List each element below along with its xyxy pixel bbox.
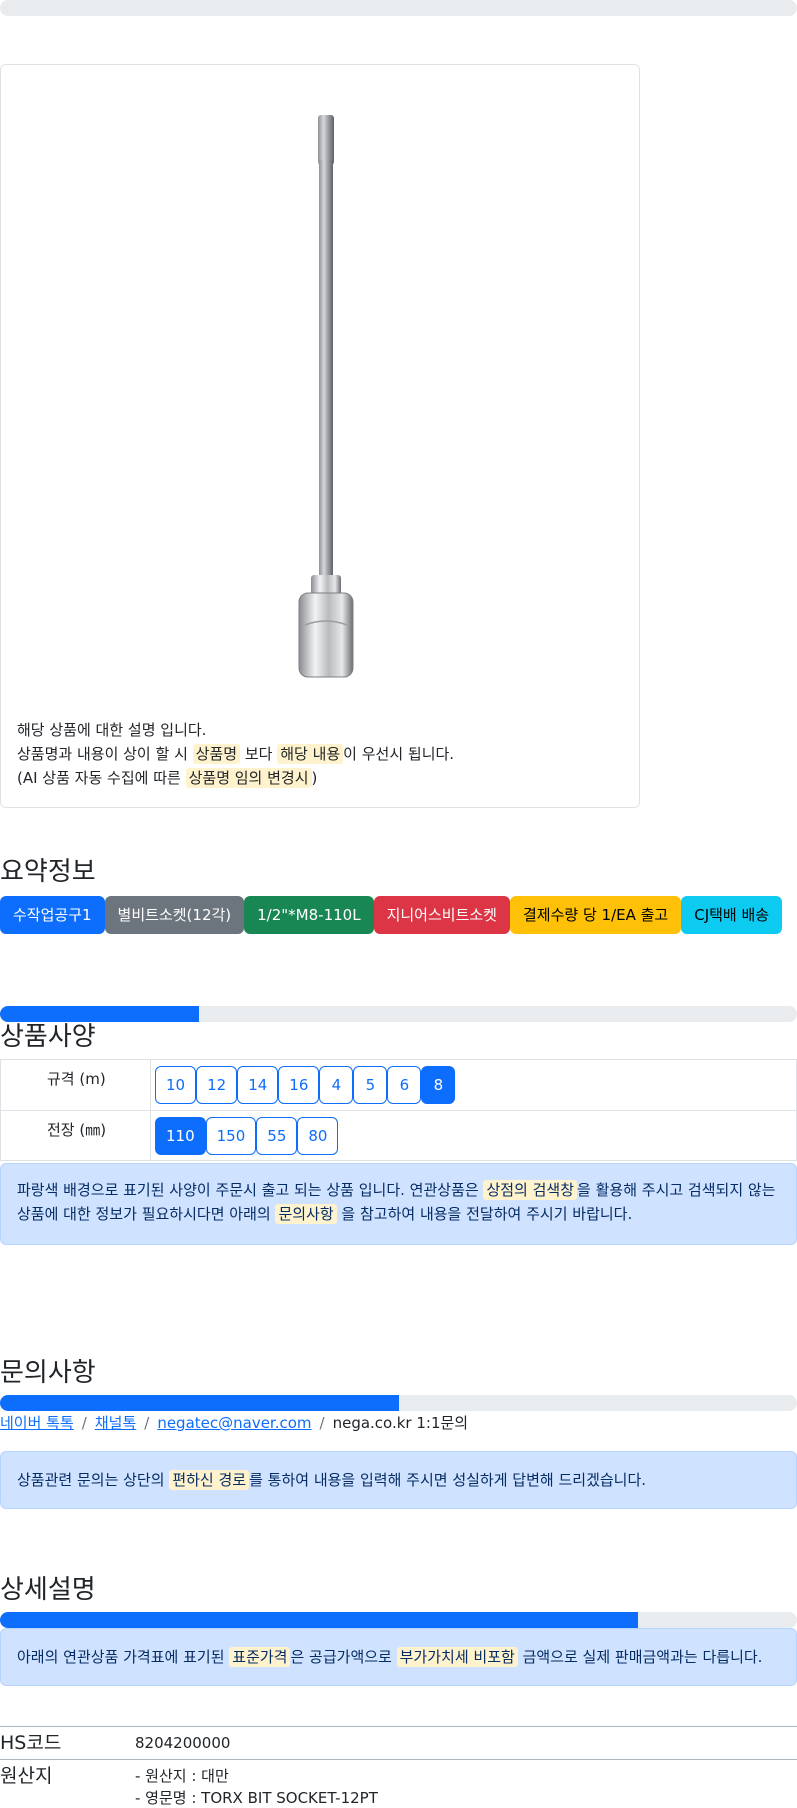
spec-progress-bar xyxy=(0,1006,797,1022)
origin-row: 원산지 - 원산지 : 대만 - 영문명 : TORX BIT SOCKET-1… xyxy=(0,1759,797,1808)
spec-note-text-c: 을 참고하여 내용을 전달하여 주시기 바랍니다. xyxy=(336,1205,633,1223)
separator: / xyxy=(144,1414,150,1432)
highlight-path: 편하신 경로 xyxy=(169,1470,250,1490)
summary-badge: 1/2"*M8-110L xyxy=(244,896,374,934)
detail-title: 상세설명 xyxy=(0,1575,96,1605)
card-line-3: (AI 상품 자동 수집에 따른 상품명 임의 변경시) xyxy=(17,766,454,790)
card-line-3-text-a: (AI 상품 자동 수집에 따른 xyxy=(17,769,186,787)
spec-option-button[interactable]: 150 xyxy=(205,1116,257,1155)
detail-note: 아래의 연관상품 가격표에 표기된 표준가격 은 공급가액으로 부가가치세 비포함… xyxy=(0,1628,797,1686)
hs-code-row: HS코드 8204200000 xyxy=(0,1726,797,1759)
spec-option-button[interactable]: 16 xyxy=(278,1066,320,1104)
email-link[interactable]: negatec@naver.com xyxy=(157,1414,311,1432)
card-line-3-text-b: ) xyxy=(311,769,318,787)
highlight-inquiry: 문의사항 xyxy=(275,1204,337,1224)
hs-code-label: HS코드 xyxy=(0,1732,62,1754)
detail-progress-fill xyxy=(0,1612,638,1628)
spec-options: 110 150 55 80 xyxy=(151,1111,339,1160)
spec-note-text-a: 파랑색 배경으로 표기된 사양이 주문시 출고 되는 상품 입니다. 연관상품은 xyxy=(17,1181,484,1199)
card-line-2-text-b: 보다 xyxy=(240,745,278,763)
detail-note-text-c: 금액으로 실제 판매금액과는 다릅니다. xyxy=(517,1648,763,1666)
summary-badge: 별비트소켓(12각) xyxy=(104,896,245,934)
summary-badge: 수작업공구1 xyxy=(0,896,105,934)
separator: / xyxy=(319,1414,325,1432)
detail-progress-bar xyxy=(0,1612,797,1628)
inquiry-progress-bar xyxy=(0,1395,797,1411)
origin-line-2: - 영문명 : TORX BIT SOCKET-12PT xyxy=(135,1789,378,1807)
inquiry-title: 문의사항 xyxy=(0,1358,96,1388)
inquiry-note-text-a: 상품관련 문의는 상단의 xyxy=(17,1471,170,1489)
card-line-1: 해당 상품에 대한 설명 입니다. xyxy=(17,721,207,739)
site-inquiry-text: nega.co.kr 1:1문의 xyxy=(332,1414,469,1432)
highlight-name-change: 상품명 임의 변경시 xyxy=(185,768,312,788)
spec-option-button[interactable]: 14 xyxy=(237,1066,279,1104)
summary-title: 요약정보 xyxy=(0,857,96,887)
detail-note-text-a: 아래의 연관상품 가격표에 표기된 xyxy=(17,1648,230,1666)
info-table: HS코드 8204200000 원산지 - 원산지 : 대만 - 영문명 : T… xyxy=(0,1726,797,1808)
card-line-2-text-a: 상품명과 내용이 상이 할 시 xyxy=(17,745,193,763)
spec-option-button[interactable]: 12 xyxy=(196,1066,238,1104)
product-image xyxy=(298,115,354,678)
hs-code-value: 8204200000 xyxy=(135,1734,231,1752)
inquiry-note: 상품관련 문의는 상단의 편하신 경로 를 통하여 내용을 입력해 주시면 성실하… xyxy=(0,1451,797,1509)
inquiry-links: 네이버 톡톡 / 채널톡 / negatec@naver.com / nega.co.kr … xyxy=(0,1411,468,1435)
origin-value: - 원산지 : 대만 - 영문명 : TORX BIT SOCKET-12PT xyxy=(135,1763,378,1808)
separator: / xyxy=(81,1414,87,1432)
top-progress-bar xyxy=(0,0,797,16)
inquiry-note-text-b: 를 통하여 내용을 입력해 주시면 성실하게 답변해 드리겠습니다. xyxy=(249,1471,647,1489)
card-description: 해당 상품에 대한 설명 입니다. 상품명과 내용이 상이 할 시 상품명 보다… xyxy=(17,718,454,790)
highlight-vat-excluded: 부가가치세 비포함 xyxy=(396,1647,518,1667)
spec-option-button[interactable]: 5 xyxy=(353,1066,388,1104)
spec-row-label: 전장 (㎜) xyxy=(1,1111,151,1160)
naver-talk-link[interactable]: 네이버 톡톡 xyxy=(0,1414,74,1432)
summary-badge: CJ택배 배송 xyxy=(681,896,783,934)
spec-option-button[interactable]: 110 xyxy=(155,1116,206,1155)
highlight-standard-price: 표준가격 xyxy=(229,1647,291,1667)
summary-badge: 지니어스비트소켓 xyxy=(373,896,510,934)
spec-row: 전장 (㎜) 110 150 55 80 xyxy=(0,1110,797,1161)
highlight-search: 상점의 검색창 xyxy=(483,1180,578,1200)
summary-badge: 결제수량 당 1/EA 출고 xyxy=(509,896,682,934)
card-line-2: 상품명과 내용이 상이 할 시 상품명 보다 해당 내용 이 우선시 됩니다. xyxy=(17,742,454,766)
channel-talk-link[interactable]: 채널톡 xyxy=(95,1414,136,1432)
spec-option-button[interactable]: 8 xyxy=(421,1066,456,1104)
spec-table: 규격 (m) 10 12 14 16 4 5 6 8 전장 (㎜) 110 150 55 80 xyxy=(0,1059,797,1161)
summary-badges: 수작업공구1 별비트소켓(12각) 1/2"*M8-110L 지니어스비트소켓 결제수량… xyxy=(0,896,783,934)
highlight-product-name: 상품명 xyxy=(192,744,241,764)
inquiry-progress-fill xyxy=(0,1395,399,1411)
highlight-content: 해당 내용 xyxy=(277,744,344,764)
origin-label: 원산지 xyxy=(0,1765,53,1787)
spec-option-button[interactable]: 80 xyxy=(297,1116,339,1155)
spec-row: 규격 (m) 10 12 14 16 4 5 6 8 xyxy=(0,1059,797,1110)
product-card: 해당 상품에 대한 설명 입니다. 상품명과 내용이 상이 할 시 상품명 보다… xyxy=(0,64,640,808)
spec-note: 파랑색 배경으로 표기된 사양이 주문시 출고 되는 상품 입니다. 연관상품은… xyxy=(0,1163,797,1245)
detail-note-text-b: 은 공급가액으로 xyxy=(290,1648,397,1666)
origin-line-1: - 원산지 : 대만 xyxy=(135,1767,229,1785)
spec-option-button[interactable]: 6 xyxy=(387,1066,422,1104)
card-line-2-text-c: 이 우선시 됩니다. xyxy=(343,745,455,763)
spec-row-label: 규격 (m) xyxy=(1,1060,151,1110)
spec-option-button[interactable]: 55 xyxy=(256,1116,298,1155)
spec-option-button[interactable]: 10 xyxy=(155,1066,197,1104)
spec-options: 10 12 14 16 4 5 6 8 xyxy=(151,1060,456,1110)
spec-option-button[interactable]: 4 xyxy=(319,1066,354,1104)
spec-title: 상품사양 xyxy=(0,1022,96,1052)
